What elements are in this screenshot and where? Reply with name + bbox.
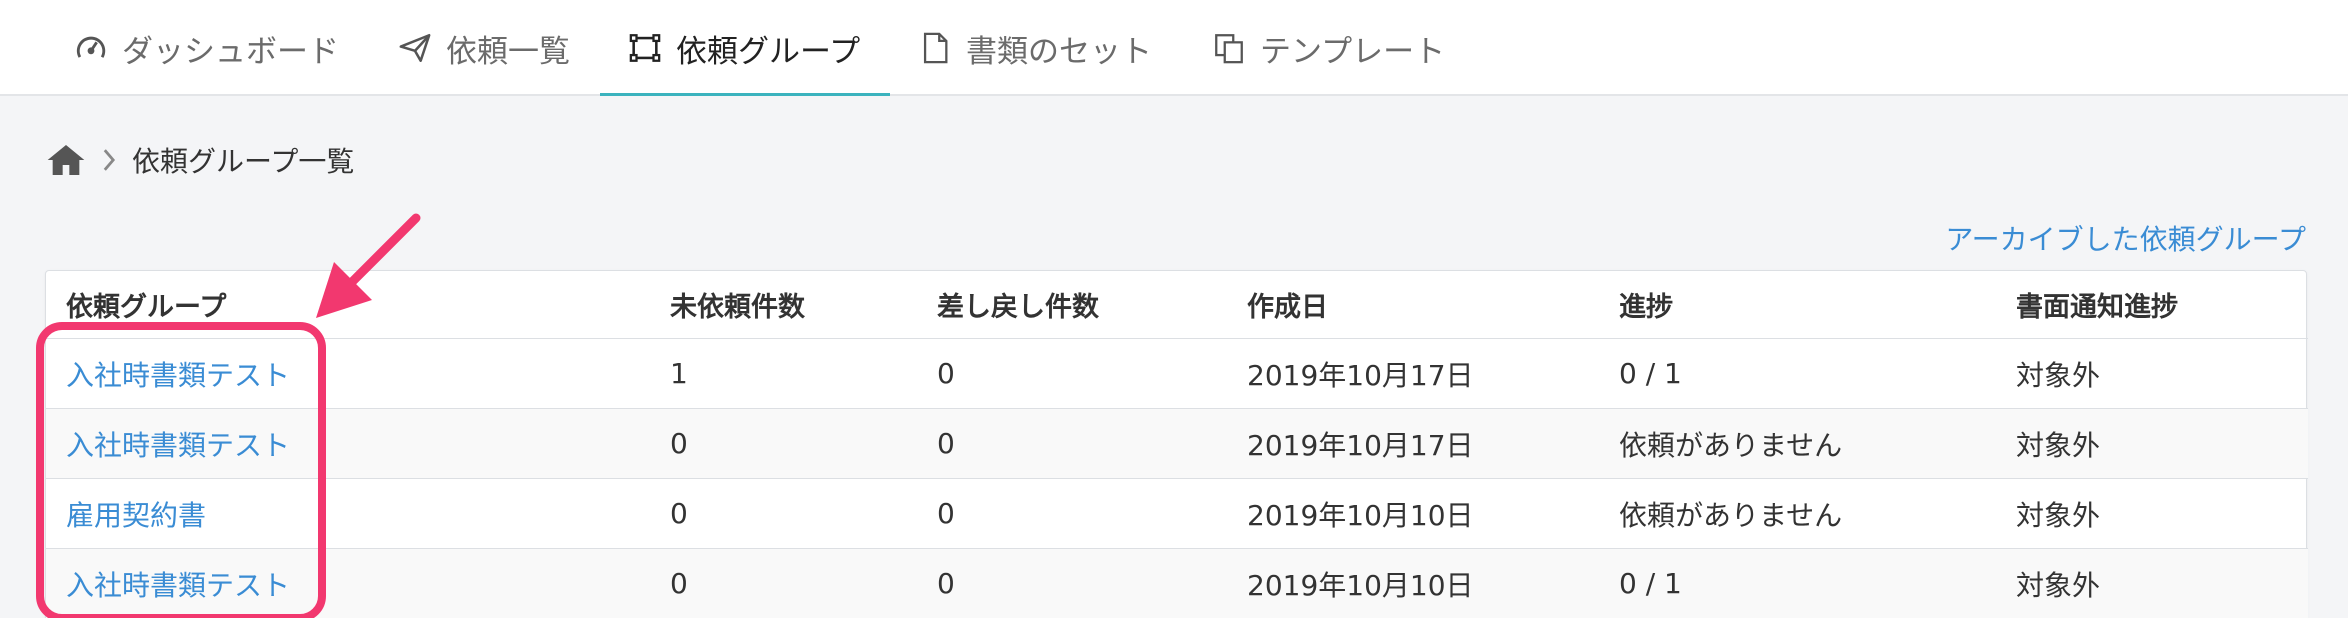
table-row: 雇用契約書 0 0 2019年10月10日 依頼がありません 対象外 (46, 479, 2308, 549)
tab-document-sets[interactable]: 書類のセット (918, 0, 1152, 96)
tab-label: 書類のセット (966, 33, 1152, 70)
pending-count: 0 (670, 567, 688, 600)
progress: 0 / 1 (1619, 357, 1682, 390)
created-date: 2019年10月10日 (1247, 568, 1474, 602)
group-name-link[interactable]: 雇用契約書 (66, 479, 206, 548)
breadcrumb: 依頼グループ一覧 (46, 138, 354, 182)
paper-plane-icon (399, 33, 431, 63)
notice-progress: 対象外 (2016, 358, 2101, 392)
tab-dashboard[interactable]: ダッシュボード (74, 0, 339, 96)
dashboard-gauge-icon (76, 36, 106, 58)
breadcrumb-current: 依頼グループ一覧 (132, 145, 355, 178)
tab-label: 依頼グループ (676, 33, 861, 70)
document-icon (923, 32, 948, 64)
created-date: 2019年10月17日 (1247, 358, 1474, 392)
header-returned: 差し戻し件数 (937, 292, 1099, 323)
tab-label: ダッシュボード (122, 33, 339, 70)
tab-templates[interactable]: テンプレート (1212, 0, 1445, 96)
table-header: 依頼グループ 未依頼件数 差し戻し件数 作成日 進捗 書面通知進捗 (46, 271, 2308, 339)
group-name-link[interactable]: 入社時書類テスト (66, 339, 290, 408)
returned-count: 0 (937, 357, 955, 390)
table-row: 入社時書類テスト 0 0 2019年10月17日 依頼がありません 対象外 (46, 409, 2308, 479)
archived-groups-link[interactable]: アーカイブした依頼グループ (1945, 218, 2306, 258)
home-icon[interactable] (46, 143, 86, 177)
notice-progress: 対象外 (2016, 498, 2101, 532)
group-frame-icon (629, 34, 661, 62)
pending-count: 0 (670, 497, 688, 530)
created-date: 2019年10月10日 (1247, 498, 1474, 532)
returned-count: 0 (937, 567, 955, 600)
header-progress: 進捗 (1619, 292, 1673, 323)
active-tab-indicator (600, 93, 890, 96)
table-row: 入社時書類テスト 1 0 2019年10月17日 0 / 1 対象外 (46, 339, 2308, 409)
template-copy-icon (1215, 34, 1243, 64)
returned-count: 0 (937, 427, 955, 460)
group-name-link[interactable]: 入社時書類テスト (66, 409, 290, 478)
returned-count: 0 (937, 497, 955, 530)
progress: 依頼がありません (1619, 498, 1843, 532)
pending-count: 1 (670, 357, 688, 390)
header-pending: 未依頼件数 (670, 292, 805, 323)
created-date: 2019年10月17日 (1247, 428, 1474, 462)
tab-label: 依頼一覧 (446, 33, 570, 70)
progress: 依頼がありません (1619, 428, 1843, 462)
tab-label: テンプレート (1260, 33, 1446, 70)
notice-progress: 対象外 (2016, 568, 2101, 602)
progress: 0 / 1 (1619, 567, 1682, 600)
header-created: 作成日 (1247, 292, 1328, 323)
header-group: 依頼グループ (66, 292, 227, 323)
chevron-right-icon (103, 149, 116, 171)
top-navigation: ダッシュボード 依頼一覧 依頼グループ 書類のセット テンプレート (0, 0, 2348, 96)
pending-count: 0 (670, 427, 688, 460)
table-row: 入社時書類テスト 0 0 2019年10月10日 0 / 1 対象外 (46, 549, 2308, 618)
tab-requests[interactable]: 依頼一覧 (398, 0, 570, 96)
header-notice-progress: 書面通知進捗 (2016, 292, 2178, 323)
group-name-link[interactable]: 入社時書類テスト (66, 549, 290, 618)
request-group-table: 依頼グループ 未依頼件数 差し戻し件数 作成日 進捗 書面通知進捗 入社時書類テ… (45, 270, 2308, 618)
tab-request-groups[interactable]: 依頼グループ (628, 0, 860, 96)
notice-progress: 対象外 (2016, 428, 2101, 462)
